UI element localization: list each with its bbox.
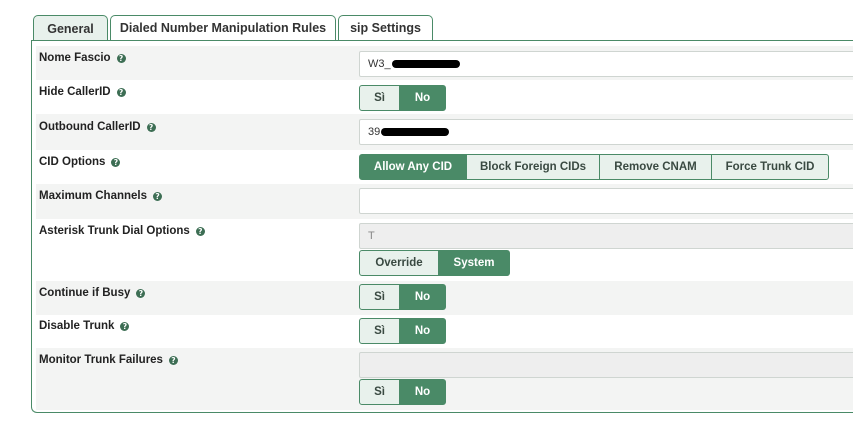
nome-fascio-label: Nome Fascio?	[39, 52, 126, 64]
help-icon[interactable]: ?	[168, 355, 178, 365]
help-icon[interactable]: ?	[153, 191, 162, 201]
outbound-callerid-label-text: Outbound CallerID	[39, 121, 141, 133]
cid-options-label-text: CID Options	[39, 156, 106, 168]
remove-cnam-button[interactable]: Remove CNAM	[599, 154, 712, 180]
tab-dialed-number-manipulation-rules[interactable]: Dialed Number Manipulation Rules	[110, 15, 336, 40]
asterisk-dial-options-value: T	[368, 230, 375, 242]
cid-options-group: Allow Any CID Block Foreign CIDs Remove …	[359, 154, 829, 180]
cid-options-label: CID Options?	[39, 156, 121, 168]
monitor-trunk-failures-label-text: Monitor Trunk Failures	[39, 354, 163, 366]
asterisk-dial-options-input[interactable]: T	[359, 223, 853, 249]
continue-if-busy-yes-button[interactable]: Sì	[359, 284, 400, 310]
nome-fascio-input[interactable]: W3_	[359, 51, 853, 77]
disable-trunk-label-text: Disable Trunk	[39, 320, 115, 332]
tab-general[interactable]: General	[33, 15, 108, 41]
maximum-channels-label: Maximum Channels?	[39, 190, 162, 202]
tab-sip-settings[interactable]: sip Settings	[338, 15, 433, 40]
asterisk-dial-options-label-text: Asterisk Trunk Dial Options	[39, 225, 190, 237]
continue-if-busy-no-button[interactable]: No	[399, 284, 446, 310]
help-icon[interactable]: ?	[136, 288, 146, 298]
outbound-callerid-value: 39	[368, 126, 381, 138]
disable-trunk-yes-button[interactable]: Sì	[359, 318, 400, 344]
tab-general-label: General	[47, 21, 94, 36]
nome-fascio-label-text: Nome Fascio	[39, 52, 111, 64]
hide-callerid-no-button[interactable]: No	[399, 85, 446, 111]
maximum-channels-input[interactable]	[359, 188, 853, 214]
asterisk-dial-options-toggle: Override System	[359, 250, 510, 276]
disable-trunk-label: Disable Trunk?	[39, 320, 130, 332]
continue-if-busy-label: Continue if Busy?	[39, 287, 146, 299]
monitor-trunk-failures-label: Monitor Trunk Failures?	[39, 354, 178, 366]
help-icon[interactable]: ?	[116, 87, 126, 97]
help-icon[interactable]: ?	[111, 157, 121, 167]
monitor-trunk-failures-yes-button[interactable]: Sì	[359, 379, 400, 405]
tab-sip-settings-label: sip Settings	[350, 21, 421, 35]
nome-fascio-value: W3_	[368, 58, 391, 70]
hide-callerid-label: Hide CallerID?	[39, 86, 126, 98]
help-icon[interactable]: ?	[120, 321, 130, 331]
redaction-mark	[381, 128, 450, 136]
continue-if-busy-toggle: Sì No	[359, 284, 446, 310]
redaction-mark	[391, 60, 460, 68]
hide-callerid-yes-button[interactable]: Sì	[359, 85, 400, 111]
disable-trunk-toggle: Sì No	[359, 318, 446, 344]
monitor-trunk-failures-no-button[interactable]: No	[399, 379, 446, 405]
system-button[interactable]: System	[438, 250, 510, 276]
help-icon[interactable]: ?	[195, 226, 205, 236]
monitor-trunk-failures-toggle: Sì No	[359, 379, 446, 405]
continue-if-busy-label-text: Continue if Busy	[39, 287, 131, 299]
hide-callerid-label-text: Hide CallerID	[39, 86, 111, 98]
tab-dialed-number-label: Dialed Number Manipulation Rules	[119, 21, 327, 35]
allow-any-cid-button[interactable]: Allow Any CID	[359, 154, 467, 180]
asterisk-trunk-dial-options-label: Asterisk Trunk Dial Options?	[39, 225, 205, 237]
override-button[interactable]: Override	[359, 250, 439, 276]
maximum-channels-label-text: Maximum Channels	[39, 190, 147, 202]
outbound-callerid-input[interactable]: 39	[359, 119, 853, 145]
disable-trunk-no-button[interactable]: No	[399, 318, 446, 344]
help-icon[interactable]: ?	[146, 122, 156, 132]
monitor-trunk-failures-input[interactable]	[359, 352, 853, 378]
help-icon[interactable]: ?	[116, 53, 126, 63]
force-trunk-cid-button[interactable]: Force Trunk CID	[711, 154, 829, 180]
hide-callerid-toggle: Sì No	[359, 85, 446, 111]
block-foreign-cids-button[interactable]: Block Foreign CIDs	[466, 154, 600, 180]
outbound-callerid-label: Outbound CallerID?	[39, 121, 156, 133]
